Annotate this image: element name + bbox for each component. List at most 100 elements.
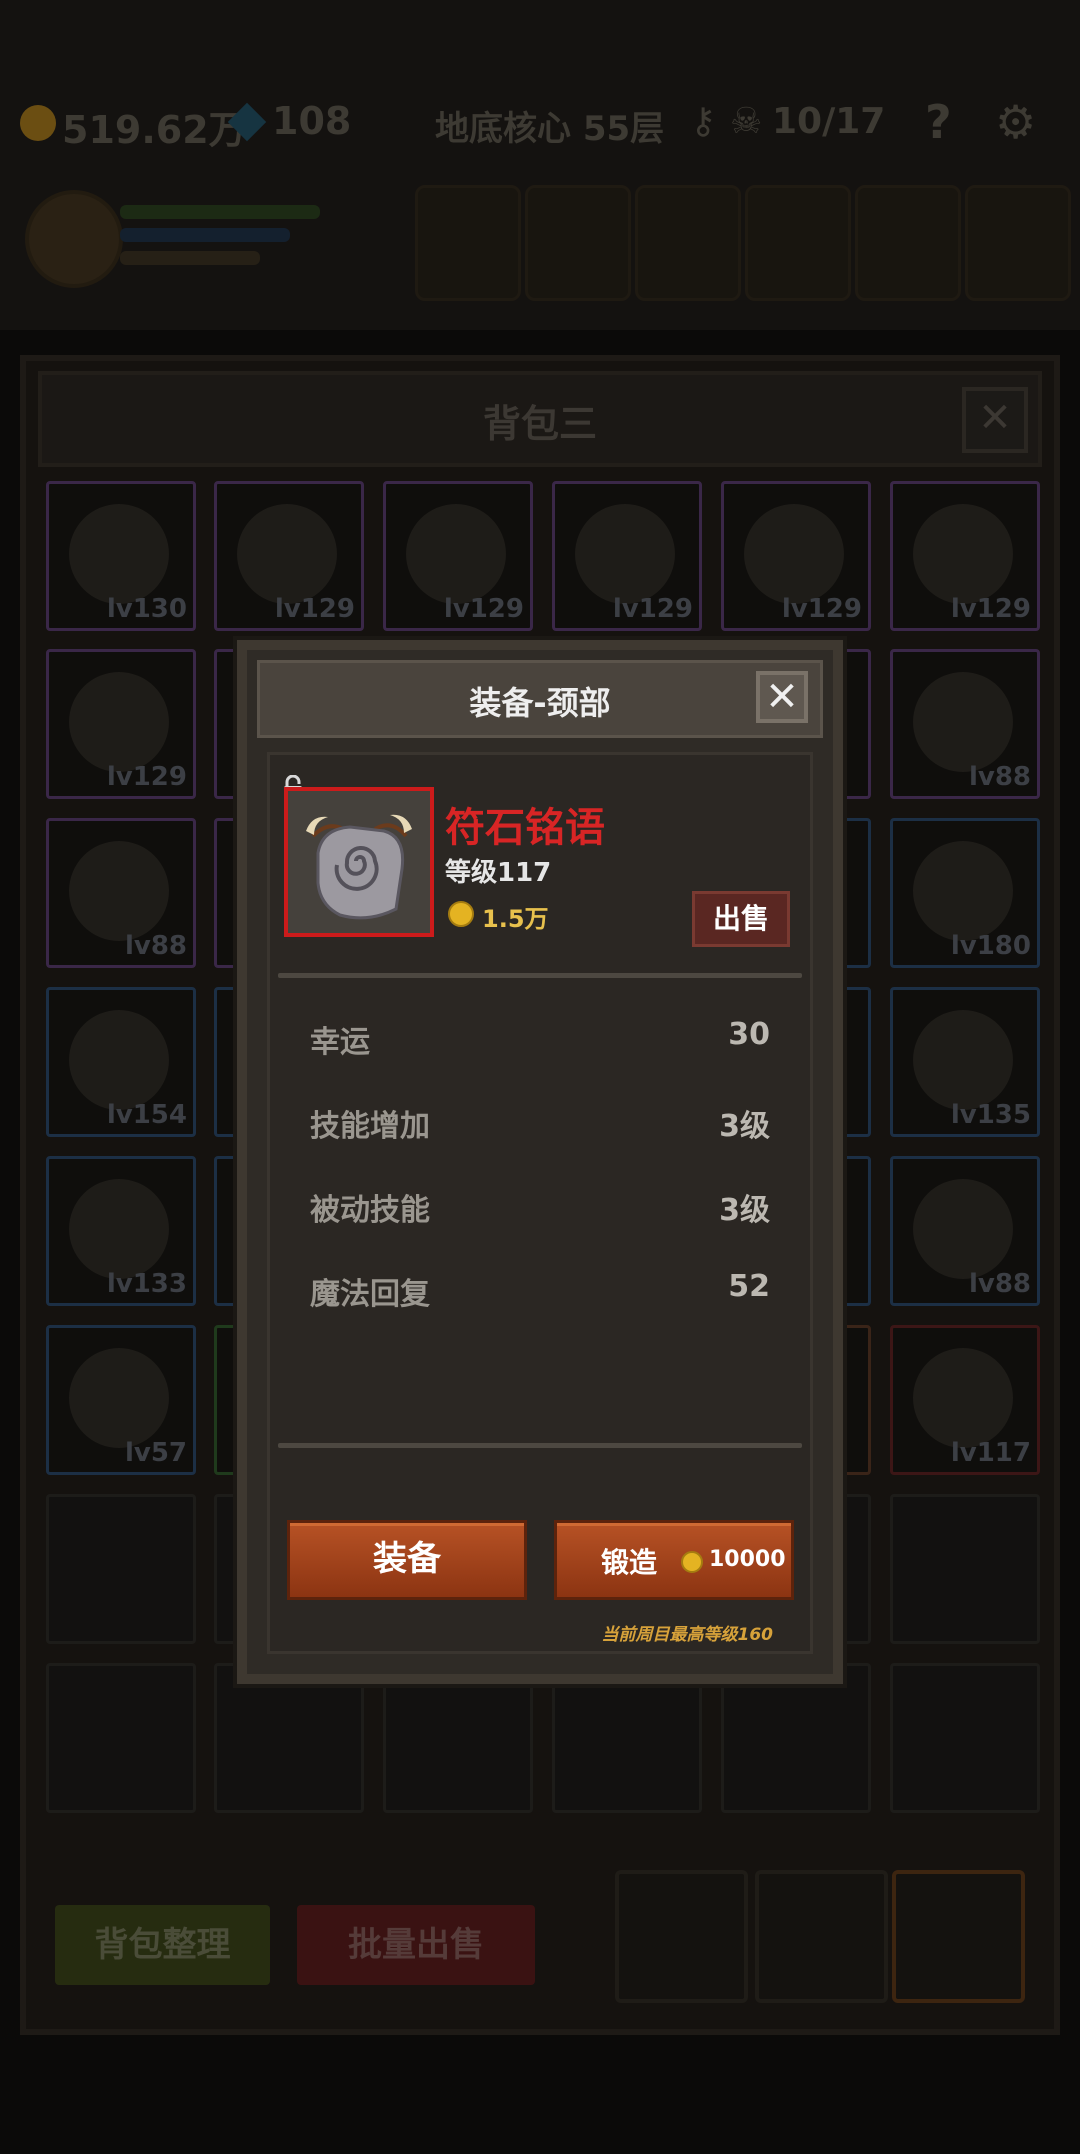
item-price: 1.5万 xyxy=(482,905,549,933)
inventory-slot[interactable]: lv129 xyxy=(721,481,871,631)
stat-row: 魔法回复 52 xyxy=(310,1269,770,1312)
skill-slot-4[interactable] xyxy=(745,185,851,301)
stat-row: 被动技能 3级 xyxy=(310,1185,770,1228)
skill-slot-6[interactable] xyxy=(965,185,1071,301)
inventory-slot[interactable]: lv129 xyxy=(890,481,1040,631)
gold-coin-icon xyxy=(20,105,56,141)
inventory-slot[interactable]: lv88 xyxy=(46,818,196,968)
slot-level: lv57 xyxy=(124,1438,187,1468)
inventory-slot[interactable]: lv117 xyxy=(890,1325,1040,1475)
empty-slot[interactable] xyxy=(890,1663,1040,1813)
forge-label: 锻造 xyxy=(601,1546,658,1579)
slot-level: lv154 xyxy=(106,1100,187,1130)
slot-level: lv129 xyxy=(274,594,355,624)
slot-level: lv88 xyxy=(968,762,1031,792)
forge-button[interactable]: 锻造 10000 xyxy=(554,1520,794,1600)
equipment-dialog: 装备-颈部 ✕ 符石铭语 等级117 1.5万 出售 幸运 30 技能增加 3级… xyxy=(237,640,843,1684)
empty-slot[interactable] xyxy=(721,1663,871,1813)
inventory-slot[interactable]: lv135 xyxy=(890,987,1040,1137)
slot-level: lv130 xyxy=(106,594,187,624)
inventory-slot[interactable]: lv88 xyxy=(890,649,1040,799)
inventory-slot[interactable]: lv129 xyxy=(214,481,364,631)
skull-icon: ☠ xyxy=(730,101,763,142)
stat-value: 3级 xyxy=(719,1109,770,1144)
bulk-sell-button[interactable]: 批量出售 xyxy=(297,1905,535,1985)
help-button[interactable]: ? xyxy=(925,95,952,149)
skill-slot-2[interactable] xyxy=(525,185,631,301)
dungeon-floor: 地底核心 55层 xyxy=(435,109,665,149)
settings-gear-icon[interactable]: ⚙ xyxy=(995,95,1036,149)
inventory-title: 背包三 xyxy=(482,402,597,446)
empty-slot[interactable] xyxy=(214,1663,364,1813)
rune-stone-amulet-icon xyxy=(288,791,430,933)
exp-bar xyxy=(120,251,260,265)
bag-tab-3[interactable] xyxy=(892,1870,1025,2003)
inventory-slot[interactable]: lv88 xyxy=(890,1156,1040,1306)
top-hud: 519.62万 108 地底核心 55层 ⚷ ☠ 10/17 ? ⚙ xyxy=(0,0,1080,330)
inventory-slot[interactable]: lv129 xyxy=(46,649,196,799)
stat-row: 幸运 30 xyxy=(310,1017,770,1060)
slot-level: lv117 xyxy=(950,1438,1031,1468)
empty-slot[interactable] xyxy=(890,1494,1040,1644)
stat-name: 幸运 xyxy=(310,1025,370,1060)
inventory-slot[interactable]: lv129 xyxy=(383,481,533,631)
dialog-title: 装备-颈部 xyxy=(469,684,611,722)
coin-icon xyxy=(681,1551,703,1573)
inventory-close-button[interactable]: ✕ xyxy=(962,387,1028,453)
empty-slot[interactable] xyxy=(46,1663,196,1813)
bag-tab-2[interactable] xyxy=(755,1870,888,2003)
kill-counter: 10/17 xyxy=(772,101,886,142)
max-level-note: 当前周目最高等级160 xyxy=(601,1625,774,1645)
slot-level: lv129 xyxy=(781,594,862,624)
inventory-slot[interactable]: lv129 xyxy=(552,481,702,631)
empty-slot[interactable] xyxy=(552,1663,702,1813)
stat-row: 技能增加 3级 xyxy=(310,1101,770,1144)
forge-cost: 10000 xyxy=(709,1547,786,1572)
hp-bar xyxy=(120,205,320,219)
skill-slot-1[interactable] xyxy=(415,185,521,301)
slot-level: lv129 xyxy=(443,594,524,624)
gem-amount: 108 xyxy=(272,99,352,143)
slot-level: lv129 xyxy=(612,594,693,624)
inventory-slot[interactable]: lv154 xyxy=(46,987,196,1137)
dialog-body: 符石铭语 等级117 1.5万 出售 幸运 30 技能增加 3级 被动技能 3级… xyxy=(267,752,813,1654)
mp-bar xyxy=(120,228,290,242)
slot-level: lv88 xyxy=(968,1269,1031,1299)
inventory-slot[interactable]: lv133 xyxy=(46,1156,196,1306)
slot-level: lv129 xyxy=(950,594,1031,624)
sell-button[interactable]: 出售 xyxy=(692,891,790,947)
stat-name: 技能增加 xyxy=(310,1109,430,1144)
item-name: 符石铭语 xyxy=(445,805,605,851)
hero-portrait[interactable] xyxy=(25,190,123,288)
sort-inventory-button[interactable]: 背包整理 xyxy=(55,1905,270,1985)
coin-icon xyxy=(448,901,474,927)
slot-level: lv180 xyxy=(950,931,1031,961)
stat-name: 魔法回复 xyxy=(310,1277,430,1312)
divider xyxy=(278,1443,802,1448)
gold-amount: 519.62万 xyxy=(62,108,247,152)
slot-level: lv129 xyxy=(106,762,187,792)
inventory-slot[interactable]: lv130 xyxy=(46,481,196,631)
stat-value: 52 xyxy=(728,1269,770,1304)
item-level: 等级117 xyxy=(445,858,552,888)
stat-value: 3级 xyxy=(719,1193,770,1228)
empty-slot[interactable] xyxy=(383,1663,533,1813)
divider xyxy=(278,973,802,978)
item-icon-frame[interactable] xyxy=(284,787,434,937)
dialog-header: 装备-颈部 ✕ xyxy=(257,660,823,738)
inventory-slot[interactable]: lv57 xyxy=(46,1325,196,1475)
slot-level: lv88 xyxy=(124,931,187,961)
equip-button[interactable]: 装备 xyxy=(287,1520,527,1600)
slot-level: lv133 xyxy=(106,1269,187,1299)
inventory-slot[interactable]: lv180 xyxy=(890,818,1040,968)
bag-tab-1[interactable] xyxy=(615,1870,748,2003)
skill-slot-5[interactable] xyxy=(855,185,961,301)
stat-value: 30 xyxy=(728,1017,770,1052)
skill-slot-3[interactable] xyxy=(635,185,741,301)
key-icon: ⚷ xyxy=(690,101,717,142)
stat-name: 被动技能 xyxy=(310,1193,430,1228)
inventory-header: 背包三 ✕ xyxy=(38,371,1042,467)
slot-level: lv135 xyxy=(950,1100,1031,1130)
empty-slot[interactable] xyxy=(46,1494,196,1644)
dialog-close-button[interactable]: ✕ xyxy=(756,671,808,723)
